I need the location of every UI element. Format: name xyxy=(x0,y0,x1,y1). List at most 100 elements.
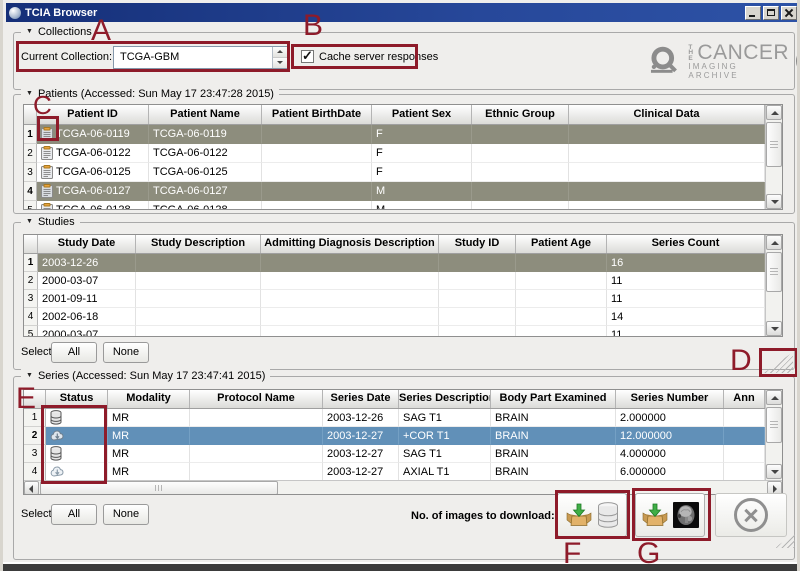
scroll-thumb[interactable] xyxy=(766,122,782,167)
patients-table-header[interactable]: Patient ID Patient Name Patient BirthDat… xyxy=(24,105,782,125)
column-header[interactable]: Ann xyxy=(724,390,765,408)
patient-record-icon xyxy=(41,203,53,210)
annotation-letter-e: E xyxy=(16,384,36,414)
studies-vertical-scrollbar[interactable] xyxy=(765,235,782,336)
column-header[interactable]: Patient Name xyxy=(149,105,262,124)
series-select-all-button[interactable]: All xyxy=(51,504,97,525)
titlebar[interactable]: TCIA Browser xyxy=(6,3,800,22)
series-table: Status Modality Protocol Name Series Dat… xyxy=(23,389,783,495)
column-header[interactable]: Patient Age xyxy=(516,235,607,253)
collapse-arrow-icon: ▼ xyxy=(26,369,33,383)
column-header[interactable]: Series Description xyxy=(399,390,491,408)
window-bottom-edge xyxy=(3,562,800,571)
patients-table: Patient ID Patient Name Patient BirthDat… xyxy=(23,104,783,210)
annotation-box-b xyxy=(291,44,418,69)
annotation-letter-b: B xyxy=(303,11,323,41)
series-section-title: Series (Accessed: Sun May 17 23:47:41 20… xyxy=(38,369,265,383)
ct-scanner-icon xyxy=(649,45,682,77)
collections-section-title: Collections xyxy=(38,25,92,39)
patients-vertical-scrollbar[interactable] xyxy=(765,105,782,209)
series-row[interactable]: 2 MR 2003-12-27 +COR T1 BRAIN 12.000000 xyxy=(24,427,782,445)
studies-select-all-button[interactable]: All xyxy=(51,342,97,363)
annotation-box-d xyxy=(759,348,798,377)
scroll-down-icon[interactable] xyxy=(766,194,782,209)
studies-select-label: Select: xyxy=(21,346,55,358)
maximize-button[interactable] xyxy=(763,6,779,20)
annotation-box-a xyxy=(16,41,290,72)
minimize-button[interactable] xyxy=(745,6,761,20)
series-select-none-button[interactable]: None xyxy=(103,504,149,525)
column-header[interactable]: Body Part Examined xyxy=(491,390,616,408)
column-header[interactable]: Ethnic Group xyxy=(472,105,569,124)
column-header[interactable]: Study ID xyxy=(439,235,516,253)
collapse-arrow-icon: ▼ xyxy=(26,25,33,39)
patient-record-icon xyxy=(41,165,53,179)
logo-subtitle-text: IMAGING ARCHIVE xyxy=(688,62,790,80)
close-button[interactable] xyxy=(781,6,797,20)
images-to-download-label: No. of images to download: 46 xyxy=(411,510,570,522)
studies-section-header[interactable]: ▼ Studies xyxy=(21,215,80,229)
column-header[interactable]: Protocol Name xyxy=(190,390,323,408)
patient-row[interactable]: 4 TCGA-06-0127 TCGA-06-0127 M xyxy=(24,182,782,201)
column-header[interactable]: Series Number xyxy=(616,390,724,408)
scroll-up-icon[interactable] xyxy=(766,390,782,405)
patient-row[interactable]: 2 TCGA-06-0122 TCGA-06-0122 F xyxy=(24,144,782,163)
column-header[interactable]: Study Description xyxy=(136,235,261,253)
annotation-letter-c: C xyxy=(33,92,52,118)
cancel-button[interactable] xyxy=(715,493,787,537)
study-row[interactable]: 3 2001-09-11 11 xyxy=(24,290,782,308)
patients-section-header[interactable]: ▼ Patients (Accessed: Sun May 17 23:47:2… xyxy=(21,87,279,101)
study-row[interactable]: 5 2000-03-07 11 xyxy=(24,326,782,337)
scroll-down-icon[interactable] xyxy=(766,464,782,479)
series-vertical-scrollbar[interactable] xyxy=(765,390,782,480)
column-header[interactable]: Modality xyxy=(108,390,190,408)
annotation-letter-f: F xyxy=(563,539,581,569)
column-header[interactable]: Admitting Diagnosis Description xyxy=(261,235,439,253)
collections-section-header[interactable]: ▼ Collections xyxy=(21,25,97,39)
column-header[interactable]: Patient Sex xyxy=(372,105,472,124)
studies-table: Study Date Study Description Admitting D… xyxy=(23,234,783,337)
patient-row[interactable]: 5 TCGA-06-0128 TCGA-06-0128 M xyxy=(24,201,782,210)
studies-section-title: Studies xyxy=(38,215,75,229)
studies-table-header[interactable]: Study Date Study Description Admitting D… xyxy=(24,235,782,254)
series-section-header[interactable]: ▼ Series (Accessed: Sun May 17 23:47:41 … xyxy=(21,369,270,383)
annotation-letter-d: D xyxy=(730,346,752,376)
series-select-label: Select: xyxy=(21,508,55,520)
series-table-header[interactable]: Status Modality Protocol Name Series Dat… xyxy=(24,390,782,409)
scroll-thumb[interactable] xyxy=(766,252,782,292)
annotation-box-c xyxy=(37,116,59,141)
tcia-logo: THE CANCER IMAGING ARCHIVE xyxy=(649,41,800,80)
scroll-up-icon[interactable] xyxy=(766,105,782,120)
window-title: TCIA Browser xyxy=(25,7,97,19)
tcia-browser-window: TCIA Browser ▼ Collections Current Colle… xyxy=(0,0,800,571)
collapse-arrow-icon: ▼ xyxy=(26,87,33,101)
column-header[interactable]: Study Date xyxy=(38,235,136,253)
column-header[interactable]: Clinical Data xyxy=(569,105,765,124)
scroll-up-icon[interactable] xyxy=(766,235,782,250)
series-row[interactable]: 4 MR 2003-12-27 AXIAL T1 BRAIN 6.000000 xyxy=(24,463,782,481)
cancel-x-icon xyxy=(734,498,768,532)
column-header[interactable]: Series Date xyxy=(323,390,399,408)
studies-select-none-button[interactable]: None xyxy=(103,342,149,363)
scroll-thumb[interactable] xyxy=(766,407,782,443)
study-row[interactable]: 4 2002-06-18 14 xyxy=(24,308,782,326)
scroll-down-icon[interactable] xyxy=(766,321,782,336)
app-icon xyxy=(9,7,21,19)
scroll-left-icon[interactable] xyxy=(24,481,39,495)
annotation-box-f xyxy=(555,490,630,539)
series-row[interactable]: 3 MR 2003-12-27 SAG T1 BRAIN 4.000000 xyxy=(24,445,782,463)
study-row[interactable]: 2 2000-03-07 11 xyxy=(24,272,782,290)
patients-section-title: Patients (Accessed: Sun May 17 23:47:28 … xyxy=(38,87,274,101)
study-row[interactable]: 1 2003-12-26 16 xyxy=(24,254,782,272)
column-header[interactable]: Patient BirthDate xyxy=(262,105,372,124)
patient-record-icon xyxy=(41,146,53,160)
patient-record-icon xyxy=(41,184,53,198)
series-row[interactable]: 1 MR 2003-12-26 SAG T1 BRAIN 2.000000 xyxy=(24,409,782,427)
column-header[interactable]: Series Count xyxy=(607,235,765,253)
patient-row[interactable]: 3 TCGA-06-0125 TCGA-06-0125 F xyxy=(24,163,782,182)
annotation-letter-g: G xyxy=(637,539,660,569)
logo-the-text: THE xyxy=(688,45,696,62)
collapse-arrow-icon: ▼ xyxy=(26,215,33,229)
logo-sphere-icon xyxy=(796,46,800,76)
patient-row[interactable]: 1 TCGA-06-0119 TCGA-06-0119 F xyxy=(24,125,782,144)
